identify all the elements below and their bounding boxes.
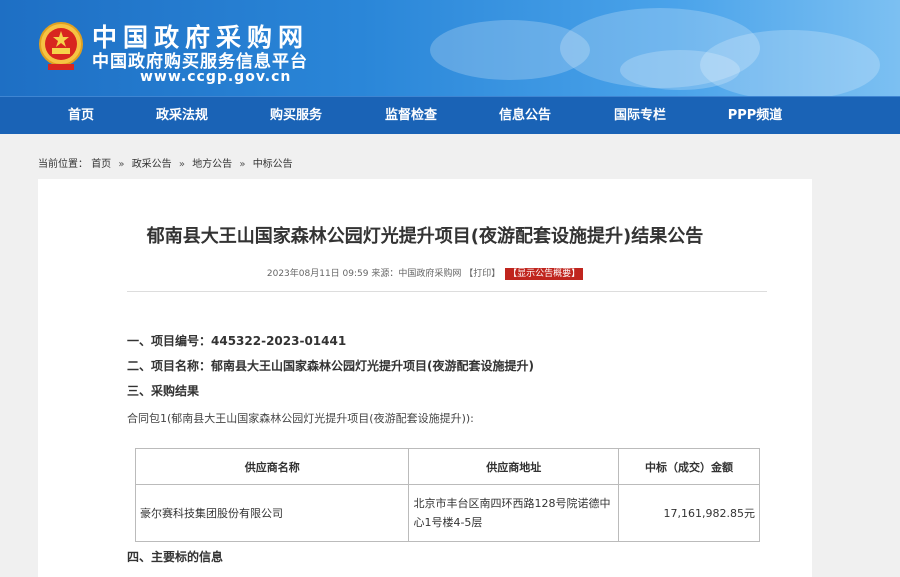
article-date-source: 2023年08月11日 09:59 来源：中国政府采购网 — [266, 269, 462, 279]
supplier-address-line: 心1号楼4-5层 — [413, 516, 483, 529]
main-subject-heading: 四、主要标的信息 — [127, 550, 224, 564]
divider — [127, 291, 767, 292]
national-emblem-icon — [39, 22, 83, 70]
article-meta: 2023年08月11日 09:59 来源：中国政府采购网 【打印】 【显示公告概… — [38, 266, 812, 280]
breadcrumb-item-winning-bid[interactable]: 中标公告 — [253, 159, 293, 170]
project-number: 一、项目编号：445322-2023-01441 — [127, 334, 347, 348]
nav-item-ppp[interactable]: PPP频道 — [710, 97, 800, 135]
nav-item-purchase-services[interactable]: 购买服务 — [251, 97, 341, 135]
nav-item-announcements[interactable]: 信息公告 — [480, 97, 570, 135]
nav-item-regulations[interactable]: 政采法规 — [137, 97, 227, 135]
article-title: 郁南县大王山国家森林公园灯光提升项目(夜游配套设施提升)结果公告 — [146, 226, 704, 247]
breadcrumb-item-announcements[interactable]: 政采公告 — [132, 159, 172, 170]
breadcrumb-separator: » — [118, 159, 125, 170]
site-header-banner: 中国政府采购网 中国政府购买服务信息平台 www.ccgp.gov.cn — [0, 0, 900, 96]
breadcrumb-separator: » — [239, 159, 246, 170]
site-url[interactable]: www.ccgp.gov.cn — [140, 69, 291, 85]
main-nav: 首页 政采法规 购买服务 监督检查 信息公告 国际专栏 PPP频道 — [0, 96, 900, 134]
nav-item-supervision[interactable]: 监督检查 — [366, 97, 456, 135]
breadcrumb: 当前位置： 首页 » 政采公告 » 地方公告 » 中标公告 — [38, 155, 293, 170]
article-panel: 郁南县大王山国家森林公园灯光提升项目(夜游配套设施提升)结果公告 2023年08… — [38, 179, 812, 577]
print-link[interactable]: 【打印】 — [464, 269, 500, 279]
result-table: 供应商名称 供应商地址 中标（成交）金额 豪尔赛科技集团股份有限公司 北京市丰台… — [134, 448, 760, 542]
table-header-amount: 中标（成交）金额 — [618, 448, 760, 485]
bid-amount: 17,161,982.85元 — [618, 484, 760, 542]
project-name: 二、项目名称：郁南县大王山国家森林公园灯光提升项目(夜游配套设施提升) — [127, 359, 534, 373]
table-header-supplier: 供应商名称 — [134, 448, 410, 485]
cloud-decoration — [620, 50, 740, 90]
supplier-address-line: 北京市丰台区南四环西路128号院诺德中 — [413, 497, 611, 510]
nav-item-international[interactable]: 国际专栏 — [595, 97, 685, 135]
table-header-row: 供应商名称 供应商地址 中标（成交）金额 — [134, 448, 760, 485]
supplier-address: 北京市丰台区南四环西路128号院诺德中 心1号楼4-5层 — [408, 484, 620, 542]
breadcrumb-prefix: 当前位置： — [38, 159, 88, 170]
table-header-address: 供应商地址 — [408, 448, 620, 485]
supplier-name: 豪尔赛科技集团股份有限公司 — [134, 484, 410, 542]
contract-package: 合同包1(郁南县大王山国家森林公园灯光提升项目(夜游配套设施提升)): — [127, 412, 474, 425]
nav-item-home[interactable]: 首页 — [36, 97, 126, 135]
table-row: 豪尔赛科技集团股份有限公司 北京市丰台区南四环西路128号院诺德中 心1号楼4-… — [134, 484, 760, 542]
procurement-result-heading: 三、采购结果 — [127, 384, 200, 398]
breadcrumb-separator: » — [178, 159, 185, 170]
breadcrumb-item-local[interactable]: 地方公告 — [192, 159, 232, 170]
show-summary-button[interactable]: 【显示公告概要】 — [505, 268, 584, 280]
breadcrumb-item-home[interactable]: 首页 — [91, 159, 111, 170]
